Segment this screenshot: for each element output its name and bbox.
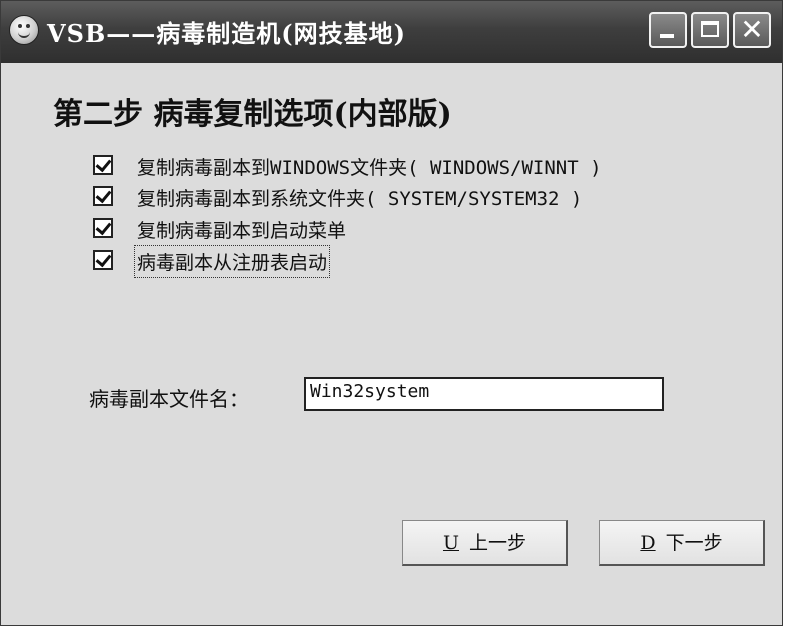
window-title: VSB——病毒制造机(网技基地) [47, 19, 406, 48]
next-step-button[interactable]: D 下一步 [599, 520, 765, 566]
next-hotkey: D [640, 532, 656, 554]
option-label: 病毒副本从注册表启动 [133, 245, 331, 278]
step-heading: 第二步 病毒复制选项(内部版) [53, 97, 452, 132]
prev-hotkey: U [442, 532, 459, 554]
filename-input[interactable]: Win32system [304, 377, 664, 411]
checkbox-checked-icon[interactable] [93, 250, 113, 270]
smiley-app-icon[interactable] [9, 15, 39, 45]
minimize-button[interactable] [649, 12, 687, 48]
option-label: 复制病毒副本到启动菜单 [137, 220, 347, 242]
checkbox-checked-icon[interactable] [93, 186, 113, 206]
filename-label: 病毒副本文件名： [89, 387, 249, 411]
checkbox-checked-icon[interactable] [93, 218, 113, 238]
checkbox-checked-icon[interactable] [93, 155, 113, 175]
prev-step-button[interactable]: U 上一步 [402, 520, 568, 566]
next-label: 下一步 [665, 532, 723, 554]
maximize-button[interactable] [691, 12, 729, 48]
title-bar[interactable]: VSB——病毒制造机(网技基地) ✕ [1, 1, 782, 63]
option-label: 复制病毒副本到WINDOWS文件夹( WINDOWS/WINNT ) [137, 157, 602, 179]
wizard-window: VSB——病毒制造机(网技基地) ✕ 第二步 病毒复制选项(内部版) 复制病毒副… [0, 0, 783, 626]
option-label: 复制病毒副本到系统文件夹( SYSTEM/SYSTEM32 ) [137, 188, 583, 210]
minimize-icon [660, 34, 674, 38]
close-icon: ✕ [740, 13, 764, 46]
close-button[interactable]: ✕ [733, 12, 771, 48]
maximize-icon [701, 21, 719, 37]
prev-label: 上一步 [469, 532, 527, 554]
